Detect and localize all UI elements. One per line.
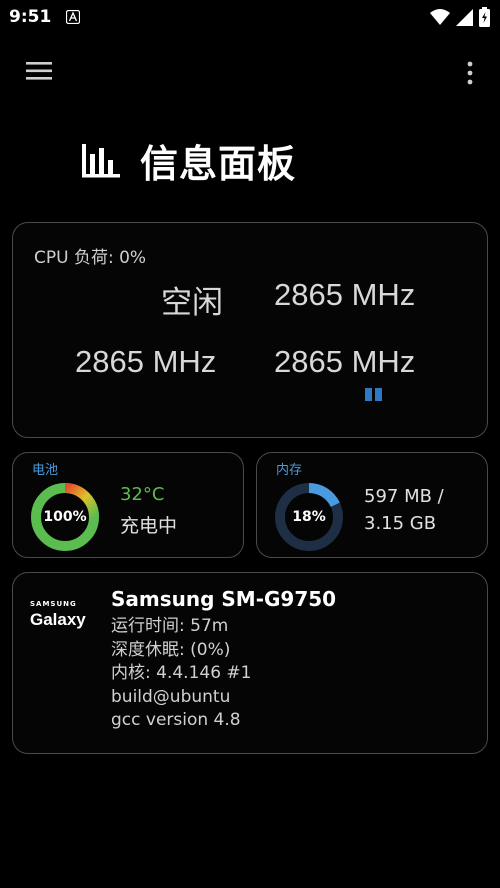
memory-total: 3.15 GB <box>364 513 437 534</box>
memory-used: 597 MB / <box>364 486 444 507</box>
cpu-load-label: CPU 负荷: 0% <box>34 248 147 268</box>
battery-temperature: 32°C <box>120 484 165 505</box>
bar-chart-icon <box>82 144 120 178</box>
pause-icon[interactable] <box>364 388 384 402</box>
battery-charging-icon <box>479 7 490 27</box>
status-bar: 9:51 <box>0 0 500 34</box>
page-title: 信息面板 <box>140 141 297 186</box>
memory-card[interactable]: 内存 18% 597 MB / 3.15 GB <box>256 452 488 558</box>
device-model: Samsung SM-G9750 <box>111 587 337 611</box>
cpu-card[interactable]: CPU 负荷: 0% 空闲 2865 MHz 2865 MHz 2865 MHz <box>12 222 488 438</box>
device-kernel: 内核: 4.4.146 #1 <box>111 663 252 683</box>
status-time: 9:51 <box>9 7 52 27</box>
memory-percent: 18% <box>292 509 326 525</box>
battery-state: 充电中 <box>120 515 178 537</box>
memory-label: 内存 <box>276 463 303 478</box>
wifi-icon <box>430 9 450 25</box>
signal-icon <box>456 8 473 26</box>
samsung-galaxy-logo: SAMSUNG Galaxy <box>30 600 86 629</box>
more-options-icon[interactable] <box>460 60 480 86</box>
device-card[interactable]: SAMSUNG Galaxy Samsung SM-G9750 运行时间: 57… <box>12 572 488 754</box>
cpu-core-0: 空闲 <box>161 285 223 320</box>
notification-a-icon <box>66 10 80 24</box>
cpu-core-3: 2865 MHz <box>274 344 416 379</box>
device-deep-sleep: 深度休眠: (0%) <box>111 639 231 660</box>
device-build: build@ubuntu <box>111 686 231 707</box>
device-gcc: gcc version 4.8 <box>111 710 241 730</box>
status-icons <box>430 7 490 27</box>
cpu-core-1: 2865 MHz <box>274 277 416 312</box>
hamburger-menu-icon[interactable] <box>26 60 52 82</box>
battery-card[interactable]: 电池 100% 32°C 充电中 <box>12 452 244 558</box>
memory-usage: 597 MB / 3.15 GB <box>364 483 444 537</box>
cpu-core-2: 2865 MHz <box>75 344 217 379</box>
battery-label: 电池 <box>32 463 59 478</box>
battery-percent: 100% <box>43 509 87 525</box>
device-uptime: 运行时间: 57m <box>111 616 229 636</box>
device-info: Samsung SM-G9750 运行时间: 57m 深度休眠: (0%) 内核… <box>111 587 336 733</box>
page-header: 信息面板 <box>80 132 296 188</box>
